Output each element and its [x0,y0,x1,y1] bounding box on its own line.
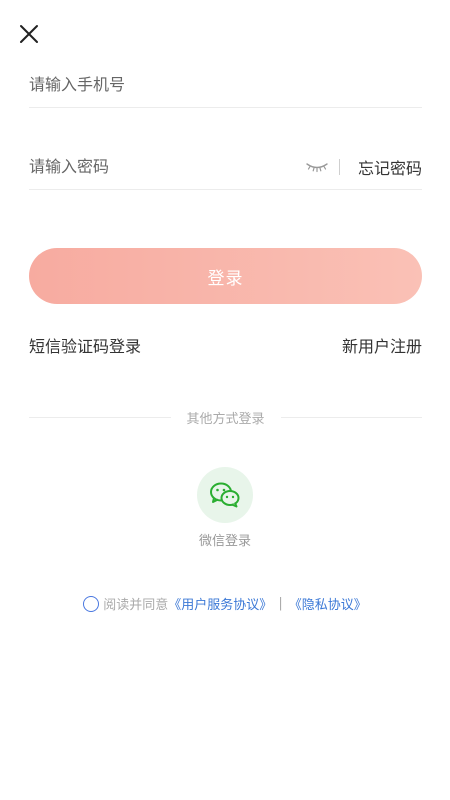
divider-line-right [280,417,423,418]
eye-closed-icon[interactable] [305,157,329,177]
divider-line-left [29,417,171,418]
field-divider [338,158,340,175]
agreement-prefix: 阅读并同意 [103,598,169,613]
register-link[interactable]: 新用户注册 [342,333,422,357]
wechat-login: 微信登录 [0,467,450,549]
password-field-row: 忘记密码 [29,144,422,190]
login-button[interactable]: 登录 [29,248,422,304]
close-icon[interactable] [16,21,42,47]
agree-radio-button[interactable] [83,595,100,612]
phone-input[interactable] [29,62,422,107]
sms-login-link[interactable]: 短信验证码登录 [29,333,141,357]
wechat-icon [210,482,240,508]
privacy-policy-link[interactable]: 《隐私协议》 [289,594,367,613]
agreement-row: 阅读并同意 《用户服务协议》 | 《隐私协议》 [0,594,450,613]
other-login-label: 其他方式登录 [186,412,265,427]
password-input[interactable] [29,144,305,189]
wechat-login-label[interactable]: 微信登录 [199,530,251,549]
other-login-divider: 其他方式登录 [29,408,423,427]
agreement-separator: | [278,596,283,611]
phone-field-row [29,62,422,108]
forgot-password-link[interactable]: 忘记密码 [358,155,422,179]
user-agreement-link[interactable]: 《用户服务协议》 [168,594,272,613]
wechat-login-button[interactable] [197,467,253,523]
login-screen: 忘记密码 登录 短信验证码登录 新用户注册 其他方式登录 微信登录 阅读并同 [0,0,450,800]
alt-links-row: 短信验证码登录 新用户注册 [29,333,422,357]
